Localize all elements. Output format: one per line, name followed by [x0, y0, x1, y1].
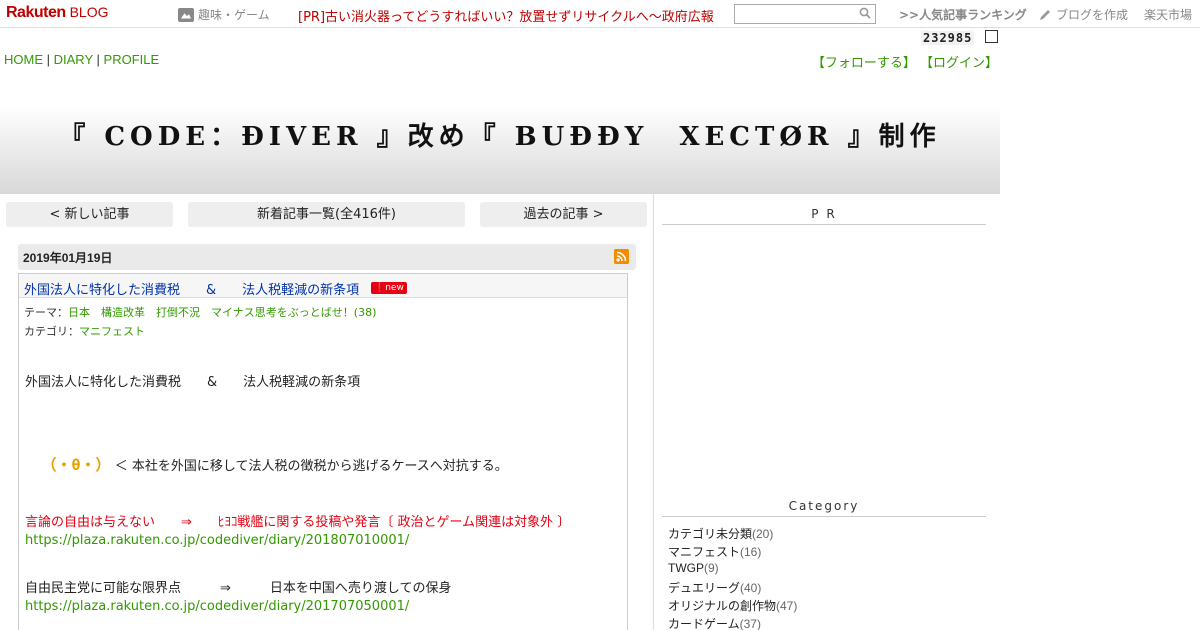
category-item[interactable]: マニフェスト(16)	[668, 543, 761, 560]
category-link[interactable]: マニフェスト	[79, 325, 145, 338]
category-item[interactable]: TWGP(9)	[668, 561, 719, 575]
article-link[interactable]: https://plaza.rakuten.co.jp/codediver/di…	[25, 533, 409, 548]
pencil-icon	[1040, 9, 1050, 20]
body-text-line: 自由民主党に可能な限界点 ⇒ 日本を中国へ売り渡しての保身	[25, 581, 452, 596]
rakuten-blog-logo[interactable]: Rakuten BLOG	[6, 4, 108, 22]
picture-icon	[178, 7, 194, 22]
category-label: カテゴリ：	[24, 325, 79, 338]
pr-ad-link[interactable]: [PR]古い消火器ってどうすればいい？放置せずリサイクルへ～政府広報	[298, 6, 714, 25]
blog-header-banner: 『 CODE：ĐIVER 』改め『 BUĐĐY XECTØR 』制作	[0, 72, 1000, 194]
pr-heading: P R	[662, 207, 986, 225]
article-theme: テーマ：日本 構造改革 打倒不況 マイナス思考をぶっとばせ！(38)	[24, 304, 376, 320]
category-count: (40)	[740, 581, 762, 595]
body-text-line: 外国法人に特化した消費税 & 法人税軽減の新条項	[25, 375, 361, 390]
article-date-bar: 2019年01月19日	[18, 244, 636, 270]
login-link[interactable]: 【ログイン】	[920, 56, 998, 71]
category-count: (16)	[740, 545, 762, 559]
new-badge-label: new	[385, 283, 404, 293]
body-text: ＜ 本社を外国に移して法人税の徴税から逃げるケースへ対抗する。	[114, 459, 508, 474]
article-category: カテゴリ：マニフェスト	[24, 323, 145, 339]
article-entry: 外国法人に特化した消費税 & 法人税軽減の新条項 ❗new テーマ：日本 構造改…	[18, 273, 628, 630]
rss-icon[interactable]	[614, 249, 629, 264]
category-name[interactable]: カテゴリ未分類	[668, 527, 752, 541]
logo-sub-text: BLOG	[69, 4, 109, 20]
category-item[interactable]: カテゴリ未分類(20)	[668, 525, 773, 542]
follow-link[interactable]: 【フォローする】	[812, 56, 916, 71]
newer-article-button[interactable]: < 新しい記事	[6, 202, 173, 227]
top-bar: Rakuten BLOG 趣味・ゲーム [PR]古い消火器ってどうすればいい？放…	[0, 0, 1200, 28]
blog-title[interactable]: 『 CODE：ĐIVER 』改め『 BUĐĐY XECTØR 』制作	[0, 116, 1000, 153]
theme-link[interactable]: 日本 構造改革 打倒不況 マイナス思考をぶっとばせ！(38)	[68, 306, 376, 319]
category-name[interactable]: オリジナルの創作物	[668, 599, 776, 613]
article-title-bar: 外国法人に特化した消費税 & 法人税軽減の新条項 ❗new	[19, 274, 627, 298]
nav-profile[interactable]: PROFILE	[104, 52, 160, 67]
category-heading: Category	[662, 499, 986, 517]
article-list-button[interactable]: 新着記事一覧(全416件)	[188, 202, 465, 227]
blog-nav: HOME | DIARY | PROFILE	[4, 52, 159, 67]
category-count: (37)	[739, 617, 761, 630]
category-name[interactable]: マニフェスト	[668, 545, 740, 559]
ranking-link[interactable]: >>人気記事ランキング	[899, 6, 1027, 23]
category-name[interactable]: デュエリーグ	[668, 581, 740, 595]
follow-login-links: 【フォローする】 【ログイン】	[812, 52, 998, 71]
search-icon[interactable]	[859, 7, 871, 19]
theme-label: テーマ：	[24, 306, 68, 319]
nav-diary[interactable]: DIARY	[54, 52, 93, 67]
article-link[interactable]: https://plaza.rakuten.co.jp/codediver/di…	[25, 599, 409, 614]
nav-home[interactable]: HOME	[4, 52, 43, 67]
older-article-button[interactable]: 過去の記事 >	[480, 202, 647, 227]
column-divider	[653, 194, 654, 630]
nav-separator: |	[96, 52, 100, 67]
new-badge: ❗new	[371, 282, 407, 294]
counter-info-icon[interactable]	[985, 30, 998, 43]
category-item[interactable]: オリジナルの創作物(47)	[668, 597, 797, 614]
access-counter: 232985	[921, 31, 975, 45]
category-item[interactable]: デュエリーグ(40)	[668, 579, 761, 596]
logo-main-text: Rakuten	[6, 4, 66, 21]
category-count: (20)	[752, 527, 774, 541]
create-blog-label: ブログを作成	[1056, 8, 1129, 22]
body-text-line-red: 言論の自由は与えない ⇒ ﾋﾖｺ戦艦に関する投稿や発言〔 政治とゲーム関連は対象…	[25, 515, 571, 530]
search-input[interactable]	[734, 4, 876, 24]
hobby-genre-label: 趣味・ゲーム	[198, 8, 270, 22]
category-count: (47)	[776, 599, 798, 613]
rakuten-market-link[interactable]: 楽天市場	[1144, 6, 1192, 23]
emoticon: （・θ・）	[41, 456, 111, 474]
category-name[interactable]: TWGP	[668, 561, 704, 575]
article-date: 2019年01月19日	[23, 251, 113, 265]
create-blog-link[interactable]: ブログを作成	[1038, 6, 1128, 23]
category-name[interactable]: カードゲーム	[668, 617, 740, 630]
category-count: (9)	[704, 561, 719, 575]
category-item[interactable]: カードゲーム(37)	[668, 615, 761, 630]
nav-separator: |	[46, 52, 51, 67]
article-title[interactable]: 外国法人に特化した消費税 & 法人税軽減の新条項	[24, 279, 359, 298]
body-text-line: （・θ・） ＜ 本社を外国に移して法人税の徴税から逃げるケースへ対抗する。	[25, 439, 508, 490]
hobby-genre-link[interactable]: 趣味・ゲーム	[178, 6, 270, 23]
